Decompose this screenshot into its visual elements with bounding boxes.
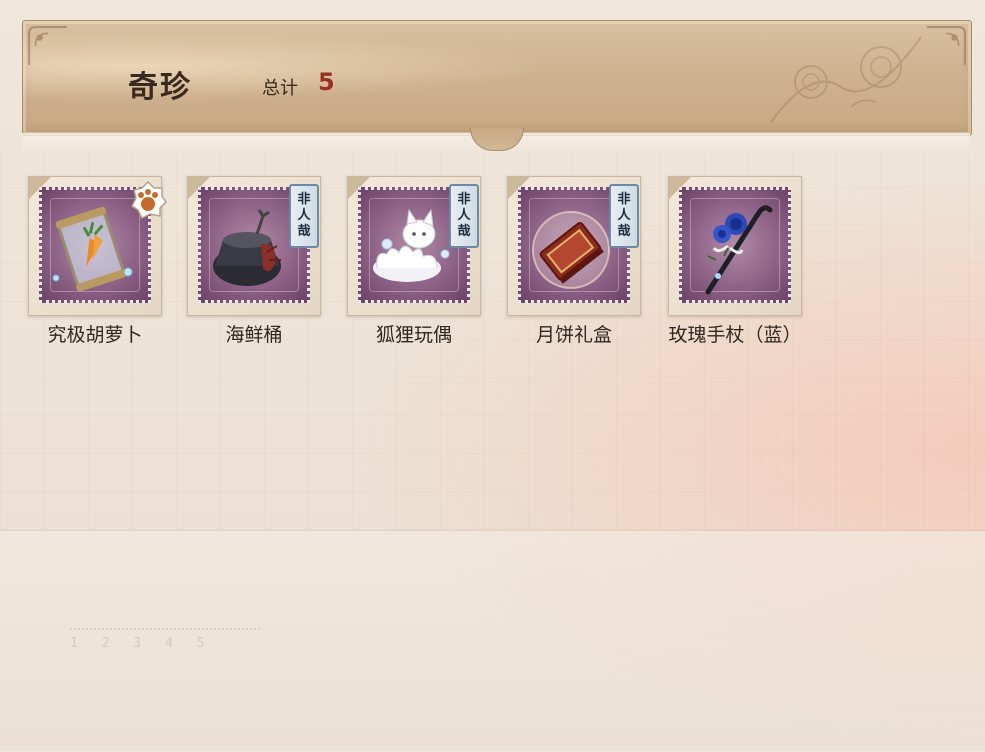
collection-item[interactable]: 非人哉 海鲜桶 xyxy=(179,176,329,348)
item-name: 海鲜桶 xyxy=(225,324,283,346)
corner-ornament-icon xyxy=(28,26,67,65)
collection-item[interactable]: 玫瑰手杖（蓝） xyxy=(660,176,810,348)
item-name: 究极胡萝卜 xyxy=(47,324,143,346)
total-count: 5 xyxy=(318,68,335,96)
collection-item[interactable]: 非人哉 月饼礼盒 xyxy=(499,176,649,348)
collection-item[interactable]: 究极胡萝卜 xyxy=(20,176,170,348)
collection-item[interactable]: 非人哉 狐狸玩偶 xyxy=(339,176,489,348)
item-name: 月饼礼盒 xyxy=(535,324,612,346)
ruler-watermark: 1 2 3 4 5 xyxy=(70,628,260,672)
item-name: 狐狸玩偶 xyxy=(375,324,452,346)
non-human-tag: 非人哉 xyxy=(449,184,479,248)
item-name: 玫瑰手杖（蓝） xyxy=(668,324,802,346)
total-label: 总计 xyxy=(262,78,298,99)
page-title: 奇珍 xyxy=(128,70,192,105)
paw-badge-icon xyxy=(131,180,167,220)
non-human-tag: 非人哉 xyxy=(609,184,639,248)
blue-rose-cane-icon xyxy=(705,205,773,295)
non-human-tag: 非人哉 xyxy=(289,184,319,248)
corner-ornament-icon xyxy=(927,26,966,65)
rose-illustration-icon xyxy=(770,36,922,123)
